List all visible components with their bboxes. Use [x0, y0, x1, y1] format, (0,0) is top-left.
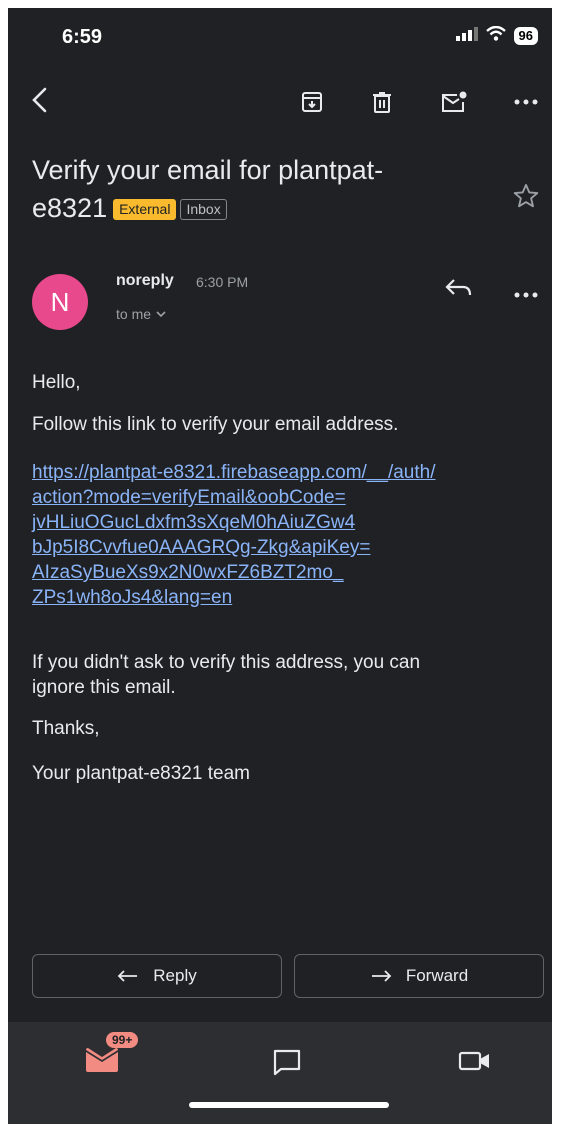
mark-unread-icon[interactable]	[438, 86, 470, 118]
ignore-line: If you didn't ask to verify this address…	[32, 652, 421, 673]
wifi-icon	[485, 25, 506, 46]
star-icon[interactable]	[512, 182, 540, 215]
reply-button-label: Reply	[153, 966, 197, 985]
phone-screen: 6:59 96 Verify your email for plantpat- …	[8, 8, 552, 1124]
more-icon[interactable]	[510, 86, 542, 118]
thanks-text: Thanks,	[32, 718, 100, 739]
back-icon[interactable]	[24, 84, 56, 116]
mail-unread-badge: 99+	[106, 1032, 139, 1048]
reply-arrow-icon	[117, 970, 138, 982]
reply-button[interactable]: Reply	[32, 954, 282, 998]
ignore-line: ignore this email.	[32, 677, 176, 698]
status-time: 6:59	[62, 26, 103, 48]
video-icon[interactable]	[458, 1050, 492, 1077]
bottom-navigation: 99+	[8, 1022, 552, 1124]
email-subject: Verify your email for plantpat- e8321 Ext…	[32, 151, 502, 227]
subject-line2-row: e8321 External Inbox	[32, 189, 502, 227]
inbox-label[interactable]: Inbox	[180, 199, 227, 221]
ignore-text: If you didn't ask to verify this address…	[32, 650, 512, 700]
link-line[interactable]: ZPs1wh8oJs4&lang=en	[32, 585, 512, 610]
instruction-text: Follow this link to verify your email ad…	[32, 414, 399, 435]
forward-icon	[371, 970, 392, 982]
link-line[interactable]: jvHLiuOGucLdxfm3sXqeM0hAiuZGw4	[32, 510, 512, 535]
external-badge: External	[113, 199, 177, 221]
battery-indicator: 96	[513, 27, 538, 45]
chat-icon[interactable]	[272, 1048, 302, 1081]
message-more-icon[interactable]	[514, 285, 538, 303]
home-indicator[interactable]	[189, 1102, 389, 1108]
subject-line2: e8321	[32, 193, 108, 223]
greeting-text: Hello,	[32, 372, 81, 393]
chevron-down-icon	[156, 311, 166, 318]
recipient-details[interactable]: to me	[116, 306, 167, 322]
link-line[interactable]: bJp5I8Cvvfue0AAAGRQg-Zkg&apiKey=	[32, 535, 512, 560]
reply-icon[interactable]	[444, 276, 474, 305]
signature-text: Your plantpat-e8321 team	[32, 763, 250, 784]
recipient-label: to me	[116, 306, 152, 322]
signal-icon	[455, 26, 478, 46]
link-line[interactable]: AIzaSyBueXs9x2N0wxFZ6BZT2mo_	[32, 560, 512, 585]
trash-icon[interactable]	[366, 86, 398, 118]
verification-link[interactable]: https://plantpat-e8321.firebaseapp.com/_…	[32, 460, 512, 610]
status-icons: 96	[455, 25, 538, 46]
link-line[interactable]: action?mode=verifyEmail&oobCode=	[32, 485, 512, 510]
forward-button[interactable]: Forward	[294, 954, 544, 998]
archive-icon[interactable]	[296, 86, 328, 118]
sender-name: noreply	[116, 272, 174, 289]
sender-avatar[interactable]: N	[32, 274, 88, 330]
subject-line1: Verify your email for plantpat-	[32, 155, 384, 185]
mail-icon[interactable]	[86, 1048, 118, 1077]
link-line[interactable]: https://plantpat-e8321.firebaseapp.com/_…	[32, 460, 512, 485]
forward-button-label: Forward	[405, 966, 469, 985]
email-time: 6:30 PM	[196, 274, 249, 290]
